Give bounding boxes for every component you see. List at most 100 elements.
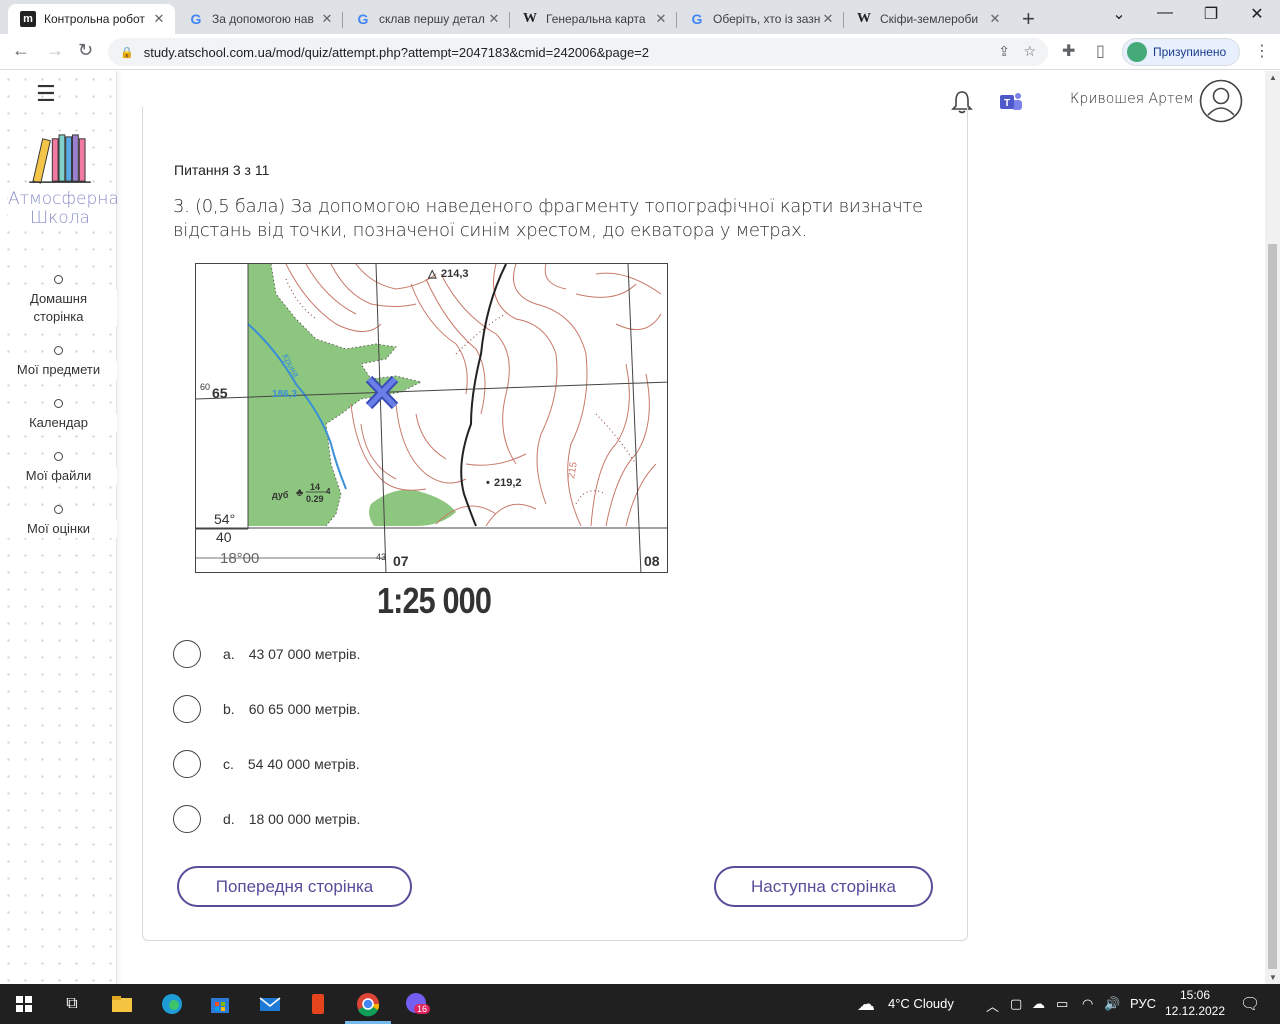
- google-favicon-icon: G: [357, 11, 369, 27]
- browser-tab[interactable]: G Оберіть, хто із зазн ✕: [677, 4, 844, 34]
- onedrive-icon[interactable]: ☁: [1032, 996, 1045, 1012]
- reload-icon[interactable]: ↻: [78, 40, 93, 61]
- browser-tab[interactable]: W Скіфи-землероби ✕: [844, 4, 1011, 34]
- notifications-icon[interactable]: 🗨: [1240, 994, 1260, 1014]
- school-logo[interactable]: Атмосферна Школа: [8, 133, 119, 228]
- windows-start-icon[interactable]: [10, 990, 38, 1018]
- radio-button[interactable]: [173, 750, 201, 778]
- back-icon[interactable]: ←: [12, 40, 30, 61]
- map-svg: △ 214,3 60 65 186,3 Крина • 219,2 215 ду…: [196, 264, 667, 572]
- url-text: study.atschool.com.ua/mod/quiz/attempt.p…: [143, 44, 650, 60]
- lock-icon[interactable]: 🔒: [120, 46, 134, 59]
- mail-icon[interactable]: [256, 990, 284, 1018]
- bullet-icon: [54, 346, 63, 355]
- answer-option-a[interactable]: a. 43 07 000 метрів.: [173, 640, 360, 668]
- new-tab-button[interactable]: +: [1022, 6, 1035, 32]
- store-icon[interactable]: [206, 990, 234, 1018]
- browser-tab[interactable]: W Генеральна карта ✕: [510, 4, 677, 34]
- office-icon[interactable]: [304, 990, 332, 1018]
- svg-text:•: •: [486, 477, 490, 489]
- wifi-icon[interactable]: ◠: [1082, 996, 1093, 1012]
- volume-icon[interactable]: 🔊: [1104, 996, 1120, 1012]
- logo-text-line1: Атмосферна: [8, 189, 119, 209]
- map-label-col-07: 07: [393, 553, 409, 569]
- radio-button[interactable]: [173, 640, 201, 668]
- option-letter: d.: [223, 811, 235, 827]
- browser-tab[interactable]: m Контрольна робот ✕: [8, 4, 175, 34]
- chrome-menu-icon[interactable]: ⋮: [1254, 41, 1270, 61]
- close-tab-icon[interactable]: ✕: [987, 11, 1003, 27]
- map-scale: 1:25 000: [377, 580, 492, 621]
- wikipedia-favicon-icon: W: [523, 11, 537, 26]
- address-bar[interactable]: 🔒 study.atschool.com.ua/mod/quiz/attempt…: [108, 38, 1048, 66]
- answer-option-c[interactable]: c. 54 40 000 метрів.: [173, 750, 360, 778]
- forward-icon[interactable]: →: [46, 40, 64, 61]
- teams-icon[interactable]: T: [999, 91, 1023, 113]
- answer-option-b[interactable]: b. 60 65 000 метрів.: [173, 695, 360, 723]
- option-letter: a.: [223, 646, 235, 662]
- radio-button[interactable]: [173, 695, 201, 723]
- tab-title: Генеральна карта: [546, 12, 646, 26]
- sidebar-item-label: Мої файли: [0, 467, 117, 485]
- side-panel-icon[interactable]: ▯: [1096, 41, 1105, 61]
- svg-text:△: △: [427, 268, 437, 280]
- share-icon[interactable]: ⇪: [998, 43, 1010, 60]
- sidebar-item-files[interactable]: Мої файли: [0, 452, 117, 485]
- user-avatar-icon[interactable]: [1199, 79, 1243, 123]
- close-window-icon[interactable]: ✕: [1234, 4, 1280, 24]
- close-tab-icon[interactable]: ✕: [486, 11, 502, 27]
- chrome-icon[interactable]: [354, 990, 382, 1018]
- map-label-contour: 215: [566, 461, 580, 480]
- file-explorer-icon[interactable]: [108, 990, 136, 1018]
- language-indicator[interactable]: РУС: [1130, 996, 1156, 1011]
- map-label-peak: 214,3: [441, 268, 469, 280]
- scrollbar-thumb[interactable]: [1268, 244, 1277, 969]
- minimize-icon[interactable]: —: [1142, 4, 1188, 22]
- wikipedia-favicon-icon: W: [857, 11, 871, 26]
- option-letter: b.: [223, 701, 235, 717]
- tab-title: За допомогою нав: [212, 12, 314, 26]
- google-favicon-icon: G: [190, 11, 202, 27]
- next-page-button[interactable]: Наступна сторінка: [714, 866, 933, 907]
- scroll-up-icon[interactable]: ▲: [1269, 73, 1277, 82]
- profile-button[interactable]: Призупинено: [1122, 38, 1240, 66]
- notification-badge: 16: [414, 1004, 431, 1014]
- task-view-icon[interactable]: ⧉: [58, 990, 86, 1018]
- map-label-col-08: 08: [644, 553, 660, 569]
- tab-search-icon[interactable]: ⌄: [1096, 4, 1142, 24]
- tray-chevron-icon[interactable]: ︿: [986, 996, 999, 1015]
- sidebar-item-calendar[interactable]: Календар: [0, 399, 117, 432]
- question-card: Питання 3 з 11 3. (0,5 бала) За допомого…: [142, 107, 968, 941]
- page-scrollbar[interactable]: ▲ ▼: [1265, 71, 1280, 984]
- tab-title: Скіфи-землероби: [880, 12, 979, 26]
- svg-text:♣: ♣: [296, 487, 303, 499]
- scroll-down-icon[interactable]: ▼: [1269, 973, 1277, 982]
- edge-icon[interactable]: [158, 990, 186, 1018]
- sidebar-item-label: Домашня сторінка: [0, 290, 117, 326]
- profile-label: Призупинено: [1153, 45, 1227, 59]
- browser-tab[interactable]: G За допомогою нав ✕: [176, 4, 343, 34]
- sidebar-item-grades[interactable]: Мої оцінки: [0, 505, 117, 538]
- weather-text[interactable]: 4°C Cloudy: [888, 996, 954, 1011]
- extensions-icon[interactable]: ✚: [1062, 41, 1075, 61]
- close-tab-icon[interactable]: ✕: [151, 11, 167, 27]
- map-label-tree-num2: 0.29: [306, 494, 324, 504]
- previous-page-button[interactable]: Попередня сторінка: [177, 866, 412, 907]
- cloud-weather-icon[interactable]: ☁: [857, 994, 875, 1015]
- close-tab-icon[interactable]: ✕: [820, 11, 836, 27]
- clock-time: 15:06: [1179, 988, 1211, 1002]
- menu-icon[interactable]: ☰: [36, 81, 56, 107]
- battery-icon[interactable]: ▭: [1056, 996, 1068, 1012]
- system-clock[interactable]: 15:06 12.12.2022: [1162, 987, 1228, 1019]
- tray-device-icon[interactable]: ▢: [1010, 996, 1022, 1012]
- bookmark-star-icon[interactable]: ☆: [1023, 43, 1036, 60]
- user-name[interactable]: Кривошея Артем: [1070, 91, 1194, 107]
- browser-tab[interactable]: G склав першу детал ✕: [343, 4, 510, 34]
- sidebar-item-courses[interactable]: Мої предмети: [0, 346, 117, 379]
- close-tab-icon[interactable]: ✕: [319, 11, 335, 27]
- radio-button[interactable]: [173, 805, 201, 833]
- answer-option-d[interactable]: d. 18 00 000 метрів.: [173, 805, 360, 833]
- sidebar-item-home[interactable]: Домашня сторінка: [0, 275, 117, 326]
- restore-icon[interactable]: ❐: [1188, 4, 1234, 24]
- close-tab-icon[interactable]: ✕: [653, 11, 669, 27]
